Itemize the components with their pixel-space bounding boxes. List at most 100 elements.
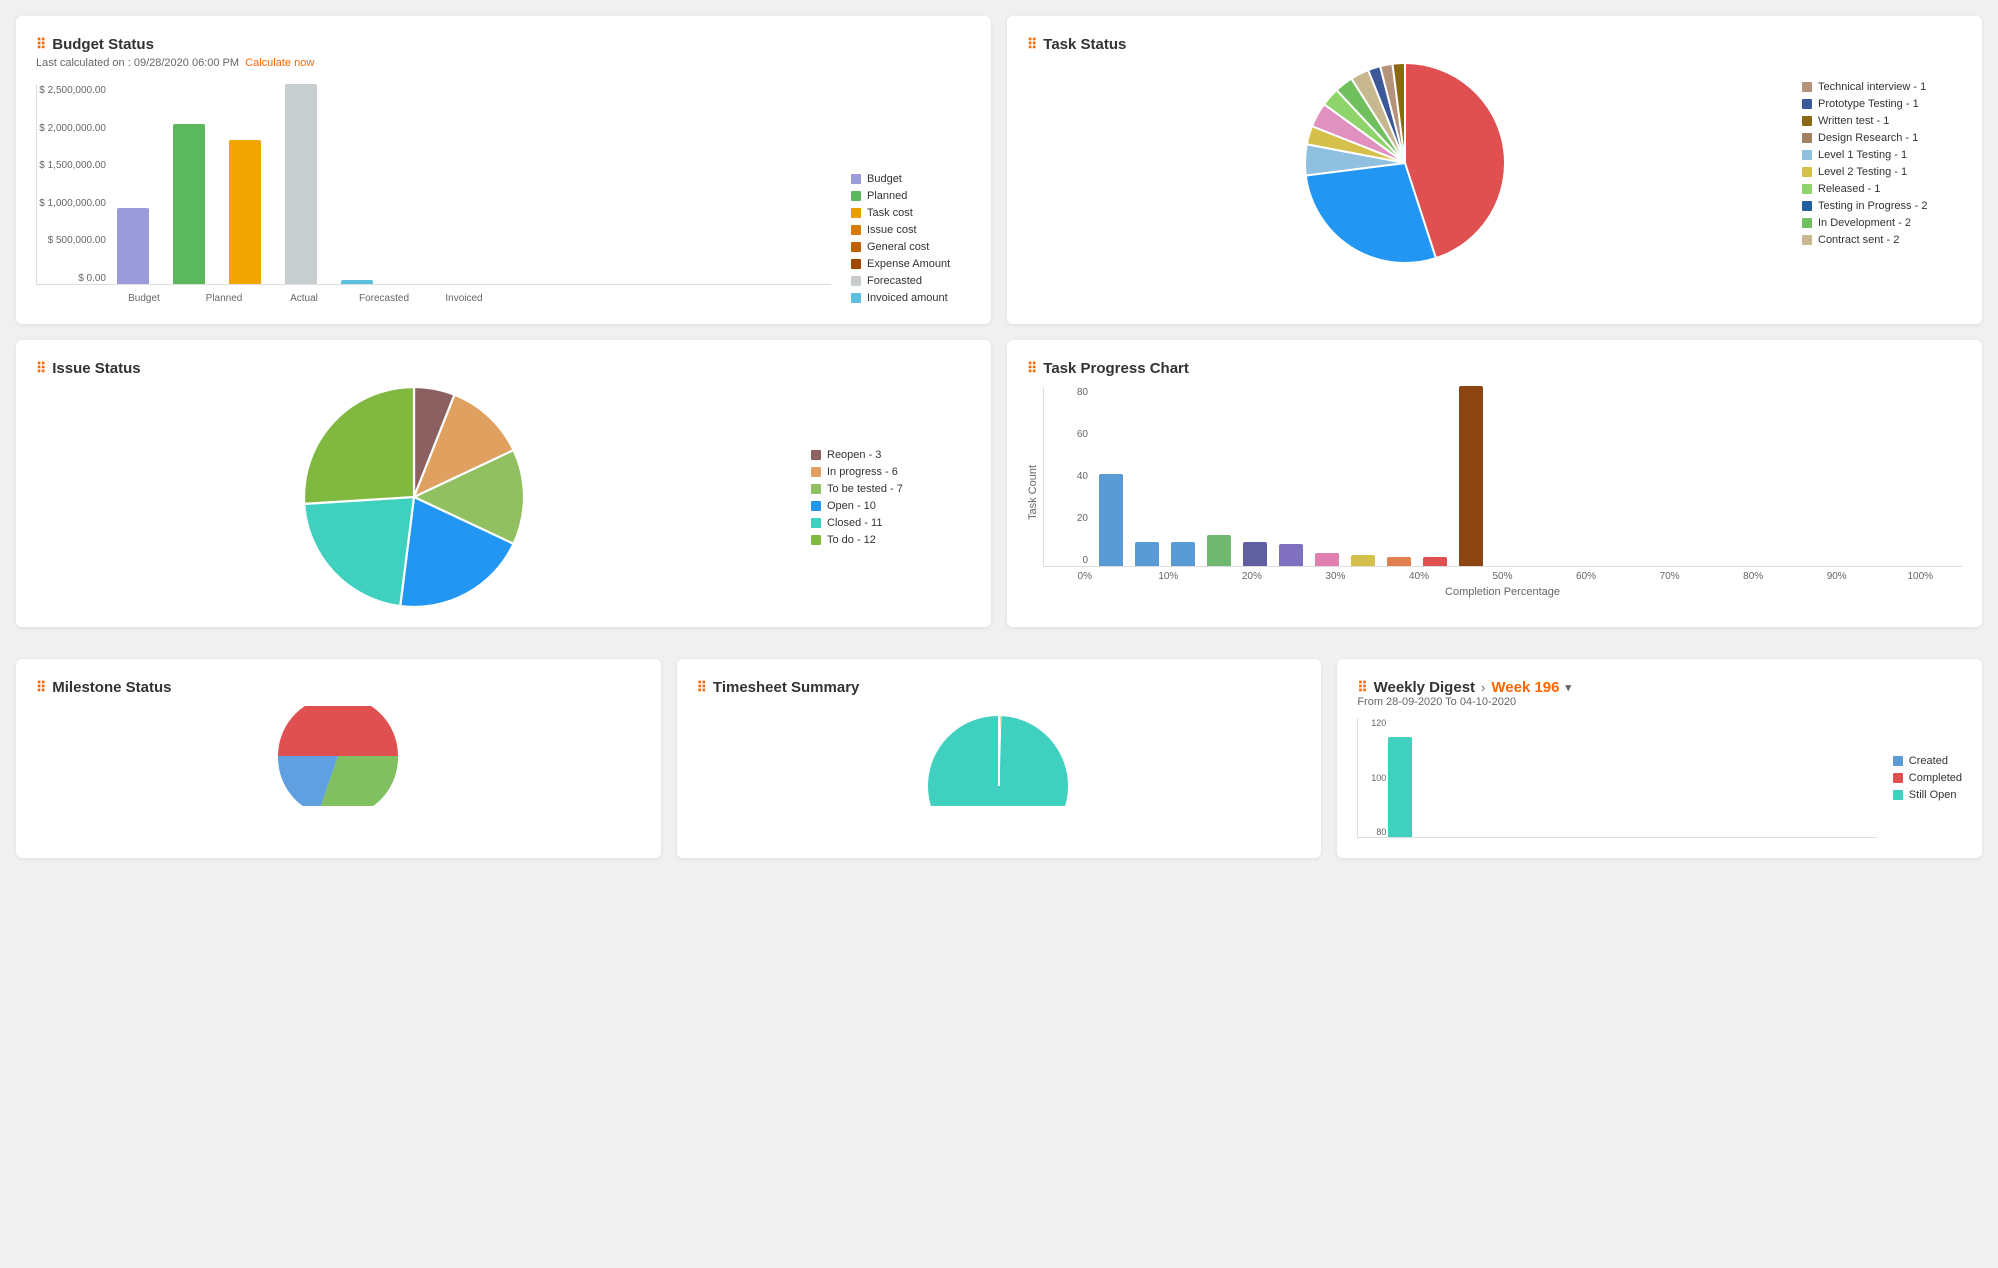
milestone-title: ⠿ Milestone Status bbox=[36, 679, 641, 696]
budget-title: ⠿ Budget Status bbox=[36, 36, 971, 53]
progress-bar bbox=[1387, 557, 1411, 566]
budget-bar bbox=[117, 208, 149, 284]
weekly-y-labels: 120 100 80 bbox=[1358, 718, 1386, 837]
progress-bar-chart: 80 60 40 20 0 bbox=[1043, 387, 1962, 567]
progress-bar bbox=[1423, 557, 1447, 566]
milestone-card: ⠿ Milestone Status bbox=[16, 659, 661, 858]
budget-bar bbox=[173, 124, 205, 284]
budget-bar-label: Budget bbox=[116, 293, 172, 304]
task-legend-item: Testing in Progress - 2 bbox=[1802, 200, 1962, 212]
weekly-title: ⠿ Weekly Digest › Week 196 ▾ bbox=[1357, 679, 1962, 696]
progress-x-label: 10% bbox=[1127, 571, 1211, 582]
dots-icon: ⠿ bbox=[1027, 360, 1037, 377]
y-axis-title: Task Count bbox=[1027, 465, 1039, 520]
progress-y-labels: 80 60 40 20 0 bbox=[1044, 387, 1094, 566]
progress-bar-group bbox=[1207, 535, 1231, 566]
task-legend: Technical interview - 1 Prototype Testing… bbox=[1802, 81, 1962, 246]
pie-segment bbox=[304, 387, 414, 504]
progress-x-label: 50% bbox=[1461, 571, 1545, 582]
task-legend-item: Released - 1 bbox=[1802, 183, 1962, 195]
dots-icon: ⠿ bbox=[697, 679, 707, 696]
budget-bar-group bbox=[229, 140, 261, 284]
dots-icon: ⠿ bbox=[1027, 36, 1037, 53]
timesheet-title: ⠿ Timesheet Summary bbox=[697, 679, 1302, 696]
progress-x-label: 0% bbox=[1043, 571, 1127, 582]
progress-bar-group bbox=[1171, 542, 1195, 566]
budget-legend: BudgetPlannedTask costIssue costGeneral … bbox=[851, 173, 971, 304]
budget-chart-area: $ 2,500,000.00 $ 2,000,000.00 $ 1,500,00… bbox=[36, 85, 971, 304]
task-legend-item: Written test - 1 bbox=[1802, 115, 1962, 127]
progress-bar-group bbox=[1243, 542, 1267, 566]
budget-bar-group bbox=[173, 124, 205, 284]
budget-status-card: ⠿ Budget Status Last calculated on : 09/… bbox=[16, 16, 991, 324]
progress-bar-group bbox=[1459, 386, 1483, 566]
pie-segment bbox=[304, 497, 414, 606]
progress-bar-group bbox=[1279, 544, 1303, 566]
progress-bar bbox=[1279, 544, 1303, 566]
task-legend-item: Contract sent - 2 bbox=[1802, 234, 1962, 246]
budget-bar bbox=[285, 84, 317, 284]
budget-subtitle: Last calculated on : 09/28/2020 06:00 PM… bbox=[36, 57, 971, 69]
issue-legend-item: Closed - 11 bbox=[811, 517, 971, 529]
issue-legend-item: To do - 12 bbox=[811, 534, 971, 546]
progress-bar bbox=[1099, 474, 1123, 566]
task-legend-item: Design Research - 1 bbox=[1802, 132, 1962, 144]
budget-bar-label: Invoiced bbox=[436, 293, 492, 304]
budget-x-axis: BudgetPlannedActualForecastedInvoiced bbox=[36, 289, 831, 304]
issue-status-title: ⠿ Issue Status bbox=[36, 360, 971, 377]
milestone-pie bbox=[258, 706, 418, 806]
task-progress-card: ⠿ Task Progress Chart Task Count 80 60 4… bbox=[1007, 340, 1982, 627]
task-progress-title: ⠿ Task Progress Chart bbox=[1027, 360, 1962, 377]
timesheet-card: ⠿ Timesheet Summary bbox=[677, 659, 1322, 858]
calculate-now-link[interactable]: Calculate now bbox=[245, 57, 314, 69]
progress-x-axis: 0%10%20%30%40%50%60%70%80%90%100% bbox=[1043, 571, 1962, 582]
budget-legend-item: Invoiced amount bbox=[851, 292, 971, 304]
progress-bar bbox=[1135, 542, 1159, 566]
task-legend-item: Prototype Testing - 1 bbox=[1802, 98, 1962, 110]
bottom-row: ⠿ Milestone Status ⠿ Timesheet Summary bbox=[16, 659, 1982, 858]
weekly-date-range: From 28-09-2020 To 04-10-2020 bbox=[1357, 696, 1962, 708]
issue-legend-item: Reopen - 3 bbox=[811, 449, 971, 461]
task-pie-container: Technical interview - 1 Prototype Testing… bbox=[1027, 63, 1962, 263]
dots-icon: ⠿ bbox=[1357, 679, 1367, 696]
issue-legend-item: In progress - 6 bbox=[811, 466, 971, 478]
task-pie-wrapper bbox=[1027, 63, 1782, 263]
task-legend-item: Technical interview - 1 bbox=[1802, 81, 1962, 93]
progress-bar bbox=[1459, 386, 1483, 566]
progress-bar bbox=[1243, 542, 1267, 566]
progress-bar-group bbox=[1135, 542, 1159, 566]
progress-bar-group bbox=[1099, 474, 1123, 566]
budget-bar-label: Actual bbox=[276, 293, 332, 304]
issue-pie-chart bbox=[304, 387, 524, 607]
weekly-legend: Created Completed Still Open bbox=[1893, 718, 1962, 838]
budget-bar-group bbox=[341, 280, 373, 284]
task-status-title: ⠿ Task Status bbox=[1027, 36, 1962, 53]
budget-legend-item: Issue cost bbox=[851, 224, 971, 236]
progress-bar bbox=[1351, 555, 1375, 566]
timesheet-pie bbox=[919, 706, 1079, 806]
weekly-bar-group bbox=[1388, 737, 1412, 837]
dashboard: ⠿ Budget Status Last calculated on : 09/… bbox=[16, 16, 1982, 643]
budget-legend-item: Planned bbox=[851, 190, 971, 202]
weekly-legend-item: Completed bbox=[1893, 772, 1962, 784]
progress-chart-container: Task Count 80 60 40 20 0 0%10%20%30%40%5… bbox=[1027, 387, 1962, 598]
budget-legend-item: Task cost bbox=[851, 207, 971, 219]
bar-chart: $ 2,500,000.00 $ 2,000,000.00 $ 1,500,00… bbox=[36, 85, 831, 285]
weekly-chart-area: 120 100 80 Created Completed Still Open bbox=[1357, 718, 1962, 838]
budget-bar-group bbox=[117, 208, 149, 284]
timesheet-chart bbox=[697, 706, 1302, 806]
progress-bar-group bbox=[1351, 555, 1375, 566]
budget-legend-item: Budget bbox=[851, 173, 971, 185]
weekly-legend-item: Still Open bbox=[1893, 789, 1962, 801]
progress-x-label: 70% bbox=[1628, 571, 1712, 582]
dots-icon: ⠿ bbox=[36, 360, 46, 377]
issue-legend-item: Open - 10 bbox=[811, 500, 971, 512]
progress-bar-group bbox=[1315, 553, 1339, 566]
weekly-legend-item: Created bbox=[1893, 755, 1962, 767]
budget-legend-item: Expense Amount bbox=[851, 258, 971, 270]
progress-x-label: 80% bbox=[1711, 571, 1795, 582]
issue-pie-wrapper bbox=[36, 387, 791, 607]
budget-bar-label: Forecasted bbox=[356, 293, 412, 304]
x-axis-title: Completion Percentage bbox=[1043, 586, 1962, 598]
progress-x-label: 60% bbox=[1544, 571, 1628, 582]
